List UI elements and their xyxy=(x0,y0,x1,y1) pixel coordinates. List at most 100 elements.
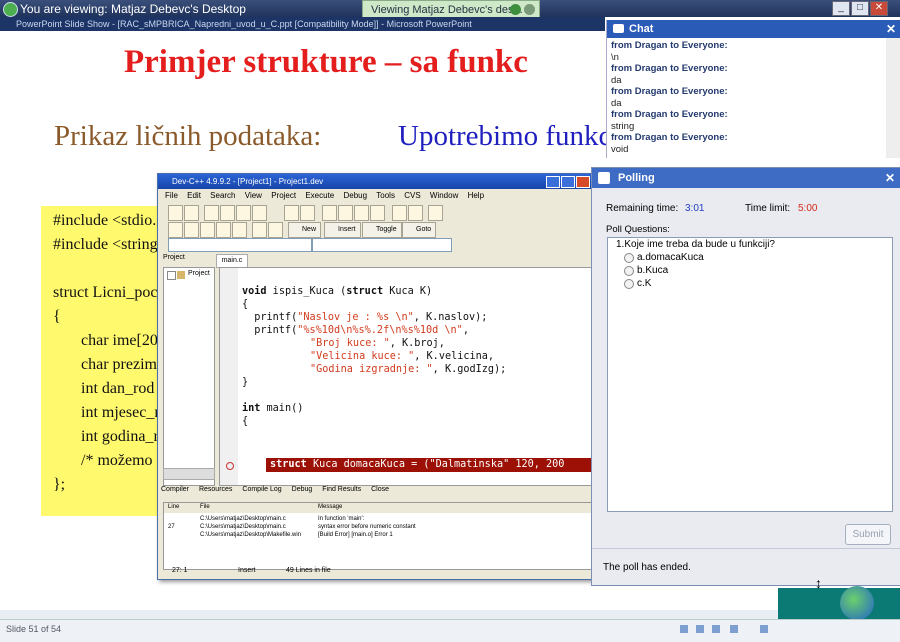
close-icon[interactable]: ✕ xyxy=(870,1,888,16)
tree-scrollbar[interactable] xyxy=(163,468,215,480)
project-options-icon[interactable] xyxy=(428,205,443,221)
view-icon[interactable] xyxy=(730,625,738,633)
viewing-notification[interactable]: Viewing Matjaz Debevc's des... xyxy=(362,0,540,18)
ppt-status-bar: Slide 51 of 54 xyxy=(0,619,900,642)
devcpp-maximize-icon[interactable] xyxy=(561,176,575,188)
menu-search[interactable]: Search xyxy=(210,191,235,200)
menu-debug[interactable]: Debug xyxy=(343,191,367,200)
menu-project[interactable]: Project xyxy=(271,191,296,200)
menu-window[interactable]: Window xyxy=(430,191,458,200)
pin-icon[interactable] xyxy=(524,4,535,15)
compile-icon[interactable] xyxy=(168,222,183,238)
polling-title: Polling xyxy=(618,172,655,184)
add-to-project-icon[interactable] xyxy=(392,205,407,221)
row-message[interactable]: In function 'main': xyxy=(318,516,364,522)
help-icon[interactable] xyxy=(252,222,267,238)
zoom-icon[interactable] xyxy=(760,625,768,633)
menu-view[interactable]: View xyxy=(245,191,262,200)
code-line: char ime[20 xyxy=(81,332,158,349)
devcpp-status-bar: 27: 1 Insert 49 Lines in file xyxy=(160,566,592,578)
chat-message: \n xyxy=(611,52,619,63)
tab-resources[interactable]: Resources xyxy=(199,486,232,493)
status-icon xyxy=(510,4,521,15)
row-message[interactable]: [Build Error] [main.o] Error 1 xyxy=(318,532,393,538)
chat-panel: Chat ✕ from Dragan to Everyone: \n from … xyxy=(606,20,900,158)
menu-help[interactable]: Help xyxy=(468,191,484,200)
tab-find-results[interactable]: Find Results xyxy=(322,486,361,493)
devcpp-close-icon[interactable] xyxy=(576,176,590,188)
goto-button[interactable]: Goto xyxy=(402,222,437,238)
row-file[interactable]: C:\Users\matjaz\Desktop\main.c xyxy=(200,516,286,522)
tab-project[interactable]: Project xyxy=(163,254,185,261)
gutter xyxy=(220,268,238,485)
code-line: /* možemo xyxy=(81,452,153,469)
tab-debug[interactable]: Debug xyxy=(292,486,313,493)
polling-close-icon[interactable]: ✕ xyxy=(885,168,895,188)
tab-compile-log[interactable]: Compile Log xyxy=(242,486,281,493)
option-b-label[interactable]: b.Kuca xyxy=(637,265,668,276)
project-item[interactable]: Project xyxy=(188,270,210,277)
save-all-icon[interactable] xyxy=(220,205,235,221)
compile-run-icon[interactable] xyxy=(200,222,215,238)
row-file[interactable]: C:\Users\matjaz\Desktop\main.c xyxy=(200,524,286,530)
menu-icon[interactable] xyxy=(696,625,704,633)
remove-from-project-icon[interactable] xyxy=(408,205,423,221)
option-c-radio[interactable] xyxy=(624,279,634,289)
menu-edit[interactable]: Edit xyxy=(187,191,201,200)
rebuild-icon[interactable] xyxy=(216,222,231,238)
row-file[interactable]: C:\Users\matjaz\Desktop\Makefile.win xyxy=(200,532,301,538)
chat-scrollbar[interactable] xyxy=(886,38,900,158)
chat-header: Chat ✕ xyxy=(607,20,900,38)
devcpp-title: Dev-C++ 4.9.9.2 - [Project1] - Project1.… xyxy=(158,174,594,189)
menu-execute[interactable]: Execute xyxy=(305,191,334,200)
open-file-icon[interactable] xyxy=(184,205,199,221)
polling-panel: Polling ✕ Remaining time: 3:01 Time limi… xyxy=(591,167,900,586)
option-a-radio[interactable] xyxy=(624,253,634,263)
tab-close[interactable]: Close xyxy=(371,486,389,493)
check-icon[interactable] xyxy=(232,222,247,238)
open-project-icon[interactable] xyxy=(168,205,183,221)
submit-button[interactable]: Submit xyxy=(845,524,891,545)
option-a-label[interactable]: a.domacaKuca xyxy=(637,252,704,263)
devcpp-minimize-icon[interactable] xyxy=(546,176,560,188)
project-tabs: Project xyxy=(163,254,221,266)
menu-cvs[interactable]: CVS xyxy=(404,191,420,200)
chat-close-icon[interactable]: ✕ xyxy=(886,20,896,38)
save-icon[interactable] xyxy=(204,205,219,221)
new-button[interactable]: New xyxy=(288,222,322,238)
minimize-icon[interactable]: _ xyxy=(832,1,850,16)
bottom-tabs: Compiler Resources Compile Log Debug Fin… xyxy=(161,486,591,500)
undo-icon[interactable] xyxy=(284,205,299,221)
tab-main-c[interactable]: main.c xyxy=(216,254,248,268)
code-editor[interactable]: void ispis_Kuca (struct Kuca K) { printf… xyxy=(219,267,595,486)
close-file-icon[interactable] xyxy=(236,205,251,221)
about-icon[interactable] xyxy=(268,222,283,238)
replace-icon[interactable] xyxy=(338,205,353,221)
find-icon[interactable] xyxy=(322,205,337,221)
member-dropdown[interactable] xyxy=(312,238,452,252)
option-b-radio[interactable] xyxy=(624,266,634,276)
print-icon[interactable] xyxy=(252,205,267,221)
menu-tools[interactable]: Tools xyxy=(376,191,395,200)
expand-icon[interactable] xyxy=(167,271,176,280)
toggle-button[interactable]: Toggle xyxy=(362,222,402,238)
run-icon[interactable] xyxy=(184,222,199,238)
menu-file[interactable]: File xyxy=(165,191,178,200)
find-next-icon[interactable] xyxy=(354,205,369,221)
prev-slide-icon[interactable] xyxy=(680,625,688,633)
maximize-icon[interactable]: □ xyxy=(851,1,869,16)
next-slide-icon[interactable] xyxy=(712,625,720,633)
chat-message: da xyxy=(611,75,622,86)
row-message[interactable]: syntax error before numeric constant xyxy=(318,524,416,530)
tab-compiler[interactable]: Compiler xyxy=(161,486,189,493)
slide-subtitle: Prikaz ličnih podataka: xyxy=(54,120,322,152)
col-message: Message xyxy=(318,504,343,510)
code-line: #include <string xyxy=(53,236,158,253)
chat-message: string xyxy=(611,121,635,132)
redo-icon[interactable] xyxy=(300,205,315,221)
option-c-label[interactable]: c.K xyxy=(637,278,651,289)
insert-button[interactable]: Insert xyxy=(324,222,361,238)
class-dropdown[interactable] xyxy=(168,238,312,252)
slide-scrollbar[interactable] xyxy=(0,610,780,619)
goto-line-icon[interactable] xyxy=(370,205,385,221)
